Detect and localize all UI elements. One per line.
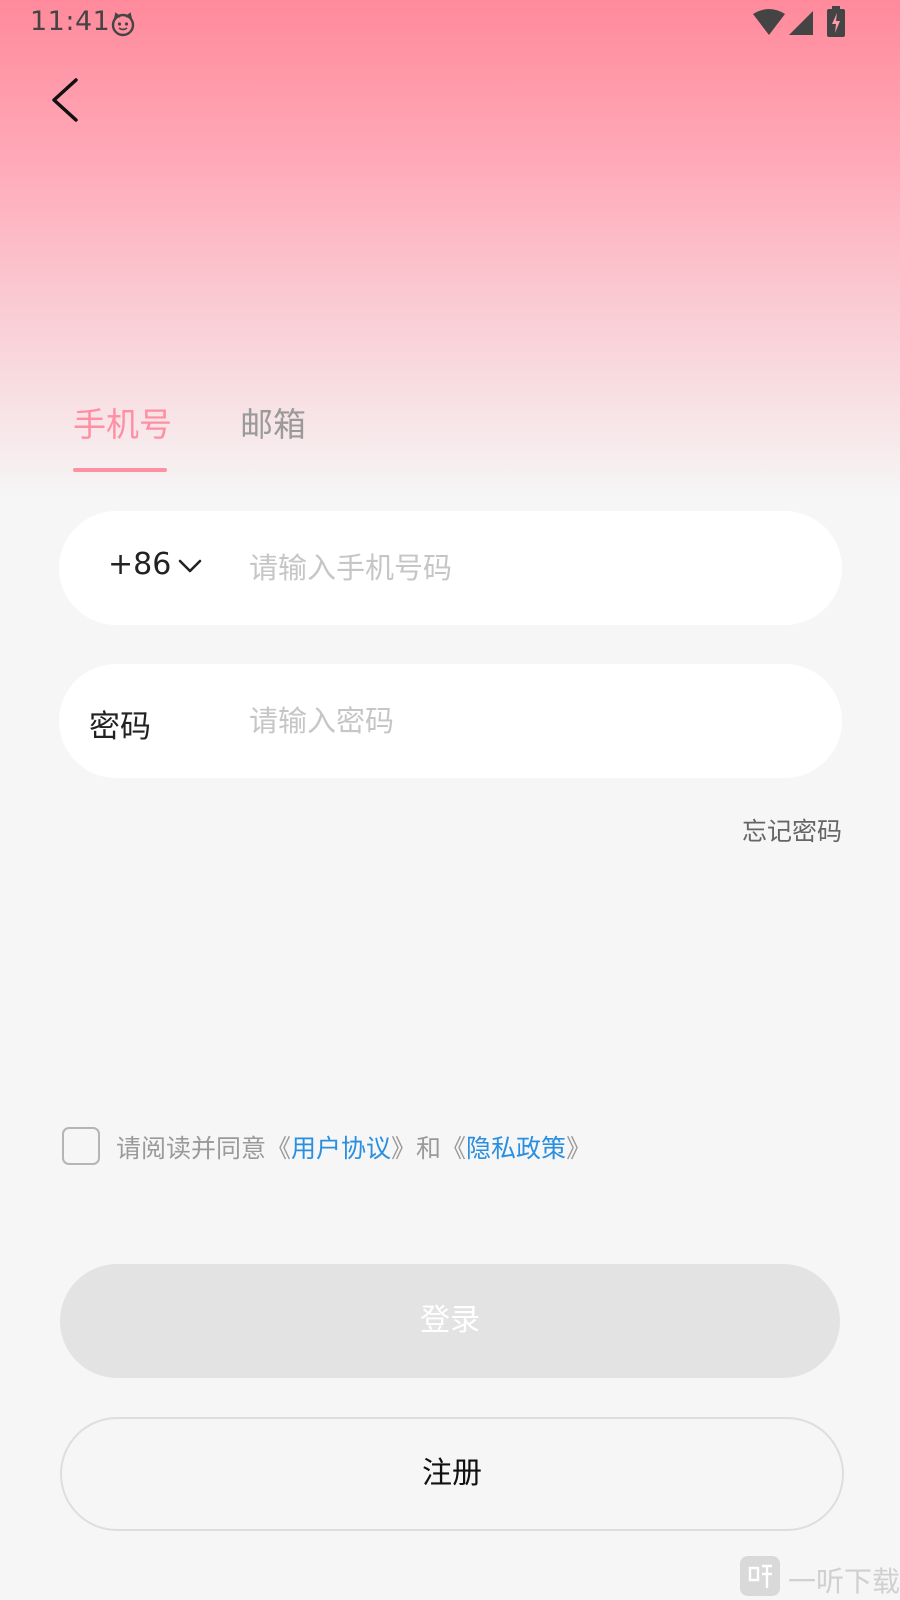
tab-phone[interactable]: 手机号 xyxy=(73,398,172,446)
password-input[interactable] xyxy=(249,691,809,751)
watermark-logo xyxy=(740,1556,780,1596)
country-code-selector[interactable]: +86 xyxy=(108,547,171,582)
watermark-text: 一听下载 xyxy=(788,1565,900,1598)
status-bar: 11:41 xyxy=(0,0,900,48)
forgot-password-link[interactable]: 忘记密码 xyxy=(742,812,842,848)
phone-input[interactable] xyxy=(249,538,809,598)
chevron-down-icon[interactable] xyxy=(177,553,203,579)
signal-icon xyxy=(789,11,813,35)
agreement-prefix: 请阅读并同意《 xyxy=(116,1134,292,1163)
register-button[interactable]: 注册 xyxy=(60,1417,844,1531)
back-button[interactable] xyxy=(40,70,90,130)
wifi-icon xyxy=(753,9,785,35)
password-label: 密码 xyxy=(89,709,151,745)
phone-field: +86 xyxy=(59,511,842,625)
tab-email[interactable]: 邮箱 xyxy=(240,398,306,446)
login-screen: 11:41 手机号 邮箱 +86 请输入手机号码 密码 忘记密码 请阅读并同意《… xyxy=(0,0,900,1600)
agreement-suffix: 》 xyxy=(566,1134,592,1163)
battery-charging-icon xyxy=(827,6,845,37)
status-time: 11:41 xyxy=(30,6,111,37)
chevron-left-icon xyxy=(52,78,78,122)
agreement-text: 请阅读并同意《用户协议》和《隐私政策》 xyxy=(116,1129,591,1165)
password-field: 密码 xyxy=(59,664,842,778)
cat-face-icon xyxy=(111,12,135,37)
agreement-checkbox[interactable] xyxy=(62,1127,100,1165)
user-agreement-link[interactable]: 用户协议 xyxy=(291,1134,391,1163)
privacy-policy-link[interactable]: 隐私政策 xyxy=(466,1134,566,1163)
agreement-middle: 》和《 xyxy=(391,1134,467,1163)
login-button[interactable]: 登录 xyxy=(60,1264,840,1378)
active-tab-indicator xyxy=(73,468,167,472)
